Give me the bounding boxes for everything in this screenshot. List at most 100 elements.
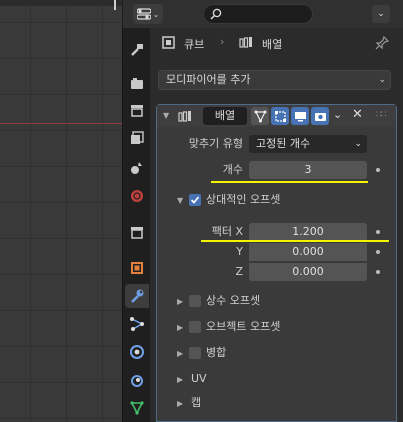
physics-icon — [130, 345, 144, 359]
animate-property-dot[interactable] — [376, 230, 380, 234]
particles-icon — [130, 317, 144, 331]
viewport-edge-marker — [108, 0, 122, 10]
properties-content[interactable]: 큐브 › 배열 모디파이어를 추가 ⌄ ▼ 배열 ⌄ ✕ ∷∷ 맞추기 유형 고… — [150, 28, 403, 422]
factor-x-field[interactable]: 1.200 — [249, 223, 367, 241]
object-icon — [131, 262, 143, 274]
factor-y-label: Y — [236, 245, 243, 258]
output-icon — [131, 105, 143, 117]
vertex-triangle-icon — [254, 110, 266, 122]
add-modifier-dropdown[interactable]: 모디파이어를 추가 ⌄ — [158, 70, 391, 90]
properties-tabbar — [122, 28, 150, 422]
constant-offset-checkbox[interactable] — [189, 295, 201, 307]
expand-triangle-icon[interactable]: ▶ — [177, 297, 183, 306]
subpanel-label[interactable]: 캡 — [191, 396, 201, 410]
chevron-down-icon: ⌄ — [152, 9, 160, 19]
chevron-down-icon[interactable]: ⌄ — [333, 108, 342, 121]
tab-tool[interactable] — [125, 38, 149, 62]
fit-type-dropdown[interactable]: 고정된 개수 ⌄ — [249, 135, 367, 153]
expand-triangle-icon[interactable]: ▶ — [177, 399, 183, 408]
render-icon — [131, 78, 143, 89]
x-axis-line — [0, 123, 122, 124]
monitor-icon — [294, 111, 306, 121]
expand-triangle-icon[interactable]: ▶ — [177, 349, 183, 358]
properties-header: ⌄ ⌄ — [122, 0, 403, 28]
scene-icon — [131, 162, 142, 174]
highlight-underline — [211, 181, 368, 183]
edit-mode-icon — [274, 110, 286, 122]
tab-particles[interactable] — [125, 312, 149, 336]
expand-triangle-icon[interactable]: ▶ — [177, 323, 183, 332]
animate-property-dot[interactable] — [376, 250, 380, 254]
animate-property-dot[interactable] — [376, 168, 380, 172]
subpanel-label[interactable]: 병합 — [206, 346, 226, 360]
tab-data[interactable] — [125, 396, 149, 420]
checkmark-icon — [190, 196, 200, 204]
tab-physics[interactable] — [125, 340, 149, 364]
count-field[interactable]: 3 — [249, 161, 367, 179]
array-modifier-icon — [239, 37, 252, 48]
modifier-name-field[interactable]: 배열 — [203, 107, 247, 125]
count-label: 개수 — [222, 163, 243, 176]
world-icon — [131, 190, 143, 202]
search-input[interactable] — [203, 4, 313, 24]
breadcrumb-separator-icon: › — [220, 35, 225, 48]
array-modifier-icon — [178, 111, 191, 122]
expand-triangle-icon[interactable]: ▶ — [177, 375, 183, 384]
close-icon[interactable]: ✕ — [352, 107, 363, 122]
subpanel-label[interactable]: 오브젝트 오프셋 — [206, 320, 280, 334]
viewport-display-button[interactable] — [291, 107, 309, 125]
breadcrumb-object: 큐브 — [184, 38, 205, 51]
properties-editor-icon — [136, 8, 151, 20]
view-layer-icon — [131, 131, 144, 144]
options-dropdown[interactable]: ⌄ — [372, 5, 390, 23]
tab-constraints[interactable] — [125, 368, 149, 392]
viewport-header — [0, 0, 122, 6]
tab-object[interactable] — [125, 256, 149, 280]
search-icon — [210, 8, 222, 20]
collapse-triangle-icon[interactable]: ▼ — [177, 196, 183, 205]
breadcrumb-modifier: 배열 — [262, 38, 283, 51]
factor-z-field[interactable]: 0.000 — [249, 263, 367, 281]
factor-x-label: 팩터 X — [211, 225, 243, 238]
edit-mode-cage-button[interactable] — [251, 107, 269, 125]
camera-icon — [314, 112, 326, 121]
highlight-underline — [201, 240, 389, 242]
fit-type-label: 맞추기 유형 — [188, 137, 243, 150]
pin-icon[interactable] — [375, 36, 389, 50]
drag-handle-icon[interactable]: ∷∷ — [376, 110, 387, 120]
factor-y-field[interactable]: 0.000 — [249, 243, 367, 261]
chevron-down-icon: ⌄ — [378, 75, 386, 85]
wrench-icon — [131, 289, 144, 303]
object-cube-icon — [162, 36, 175, 49]
factor-z-label: Z — [235, 265, 243, 278]
relative-offset-label: 상대적인 오프셋 — [206, 193, 281, 206]
animate-property-dot[interactable] — [376, 270, 380, 274]
collapse-triangle-icon[interactable]: ▼ — [163, 111, 169, 120]
tool-icon — [131, 44, 143, 56]
tab-output[interactable] — [125, 98, 149, 122]
object-offset-checkbox[interactable] — [189, 321, 201, 333]
tab-render[interactable] — [125, 72, 149, 96]
mesh-data-icon — [130, 401, 144, 415]
edit-mode-button[interactable] — [271, 107, 289, 125]
editor-type-button[interactable]: ⌄ — [133, 4, 163, 24]
add-modifier-label: 모디파이어를 추가 — [166, 73, 251, 86]
tab-modifiers[interactable] — [125, 284, 149, 308]
subpanel-label[interactable]: 상수 오프셋 — [206, 294, 260, 308]
render-display-button[interactable] — [311, 107, 329, 125]
tab-world[interactable] — [125, 184, 149, 208]
merge-checkbox[interactable] — [189, 347, 201, 359]
chevron-down-icon: ⌄ — [354, 139, 362, 149]
array-modifier-panel: ▼ 배열 ⌄ ✕ ∷∷ 맞추기 유형 고정된 개수 ⌄ 개수 3 ▼ 상대적인 … — [156, 104, 397, 422]
3d-viewport[interactable] — [0, 0, 122, 422]
tab-scene[interactable] — [125, 156, 149, 180]
relative-offset-checkbox[interactable] — [189, 194, 201, 206]
collection-icon — [131, 227, 143, 239]
tab-view-layer[interactable] — [125, 126, 149, 150]
chevron-down-icon: ⌄ — [377, 9, 385, 19]
tab-collection[interactable] — [125, 220, 149, 244]
modifier-header[interactable]: ▼ 배열 ⌄ ✕ ∷∷ — [157, 105, 396, 127]
breadcrumb: 큐브 › 배열 — [150, 28, 403, 58]
constraints-icon — [131, 375, 143, 387]
subpanel-label[interactable]: UV — [191, 372, 207, 386]
